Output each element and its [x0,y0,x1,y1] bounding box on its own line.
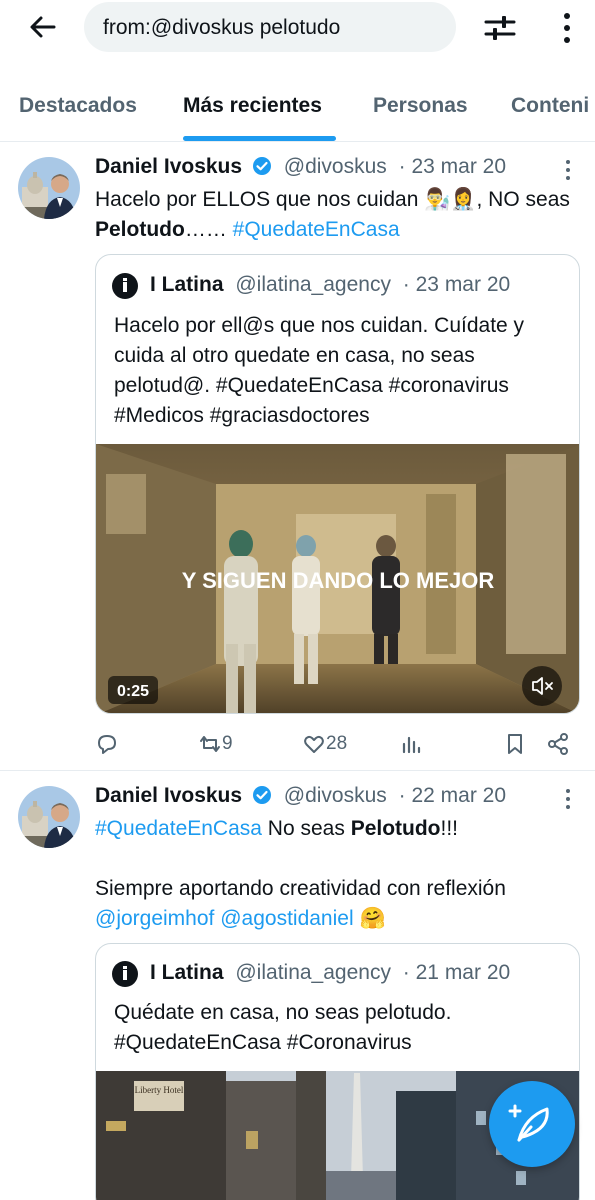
more-options-icon[interactable] [562,159,574,181]
like-count: 28 [326,733,348,754]
back-arrow-icon[interactable] [26,10,60,44]
quoted-author-name: I Latina [150,961,224,984]
author-line: Daniel Ivoskus @divoskus · 22 mar 20 [95,784,506,808]
top-bar: from:@divoskus pelotudo [0,0,595,56]
verified-badge-icon [252,786,271,804]
tweet-date: · 23 mar 20 [398,155,507,178]
mute-icon[interactable] [522,666,562,706]
video-caption: Y SIGUEN DANDO LO MEJOR [182,568,495,593]
quoted-author-name: I Latina [150,273,224,296]
quoted-author-line: I Latina @ilatina_agency · 23 mar 20 [150,273,510,297]
quoted-hashtags: #QuedateEnCasa #Coronavirus [114,1031,412,1054]
tweet-date: · 22 mar 20 [398,784,507,807]
tweet-actions: 9 28 [95,729,575,759]
avatar[interactable] [18,786,80,848]
mention-link[interactable]: @agostidaniel [220,907,353,930]
share-button[interactable] [546,729,570,759]
bookmark-icon [508,734,522,754]
tweet-text-part: Siempre aportando creatividad con reflex… [95,877,506,900]
avatar[interactable] [18,157,80,219]
quoted-author-line: I Latina @ilatina_agency · 21 mar 20 [150,961,510,985]
quoted-tweet[interactable]: I Latina @ilatina_agency · 23 mar 20 Hac… [95,254,580,714]
author-handle: @divoskus [283,784,387,807]
bold-word: Pelotudo [95,218,185,241]
quoted-avatar [112,273,138,299]
tweet-text: Hacelo por ELLOS que nos cuidan 👨‍🔬👩‍⚕️,… [95,185,585,245]
retweet-icon [200,736,220,752]
quoted-date: · 21 mar 20 [402,961,511,984]
compose-button[interactable] [489,1081,575,1167]
tweet-text: #QuedateEnCasa No seas Pelotudo!!! [95,814,585,844]
hashtag-link[interactable]: #QuedateEnCasa [233,218,400,241]
emoji: 👨‍🔬👩‍⚕️ [424,188,477,211]
quoted-author-handle: @ilatina_agency [235,273,391,296]
video-duration: 0:25 [117,683,149,700]
like-button[interactable]: 28 [302,729,347,759]
tab-destacados[interactable]: Destacados [19,94,137,118]
hashtag-link[interactable]: #QuedateEnCasa [95,817,262,840]
more-options-icon[interactable] [562,788,574,810]
quoted-date: · 23 mar 20 [402,273,511,296]
tweet-text-part: !!! [440,817,459,840]
divider [0,770,595,771]
heart-icon [304,735,324,753]
views-button[interactable] [399,729,423,759]
tweet-text-part: No seas [261,817,351,840]
author-name[interactable]: Daniel Ivoskus [95,155,242,178]
emoji: 🤗 [359,907,386,930]
search-query: from:@divoskus pelotudo [103,16,341,39]
tweet-text-part: , NO seas [476,188,570,211]
quoted-avatar [112,961,138,987]
filter-icon[interactable] [482,10,518,46]
author-line: Daniel Ivoskus @divoskus · 23 mar 20 [95,155,506,179]
reply-icon [98,735,116,754]
bold-word: Pelotudo [350,817,441,840]
tweet-text-part: …… [184,218,233,241]
video-player[interactable]: Y SIGUEN DANDO LO MEJOR 0:25 [96,444,579,713]
hotel-sign: Liberty Hotel [135,1085,184,1095]
search-input[interactable]: from:@divoskus pelotudo [84,2,456,52]
tweet-text-line2: Siempre aportando creatividad con reflex… [95,874,585,934]
quoted-text: Quédate en casa, no seas pelotudo. #Queda… [114,998,569,1058]
tweet[interactable]: Daniel Ivoskus @divoskus · 23 mar 20 Hac… [0,150,595,768]
quoted-text: Hacelo por ell@s que nos cuidan. Cuídate… [114,311,569,431]
quoted-text-part: Quédate en casa, no seas pelotudo. [114,1001,452,1024]
reply-button[interactable] [95,729,119,759]
active-tab-indicator [183,136,336,141]
analytics-icon [402,736,421,754]
video-frame: Y SIGUEN DANDO LO MEJOR 0:25 [96,444,579,713]
tab-contenido[interactable]: Conteni [511,94,589,118]
search-tabs: Destacados Más recientes Personas Conten… [0,84,595,142]
retweet-count: 9 [222,733,233,754]
more-vertical-icon[interactable] [556,10,578,46]
quoted-author-handle: @ilatina_agency [235,961,391,984]
mention-link[interactable]: @jorgeimhof [95,907,214,930]
bookmark-button[interactable] [503,729,527,759]
share-icon [548,733,568,755]
tab-personas[interactable]: Personas [373,94,468,118]
author-name[interactable]: Daniel Ivoskus [95,784,242,807]
author-handle: @divoskus [283,155,387,178]
compose-feather-icon [508,1104,549,1142]
retweet-button[interactable]: 9 [198,729,233,759]
tweet-text-part: Hacelo por ELLOS que nos cuidan [95,188,425,211]
tab-mas-recientes[interactable]: Más recientes [183,94,322,118]
verified-badge-icon [252,157,271,175]
